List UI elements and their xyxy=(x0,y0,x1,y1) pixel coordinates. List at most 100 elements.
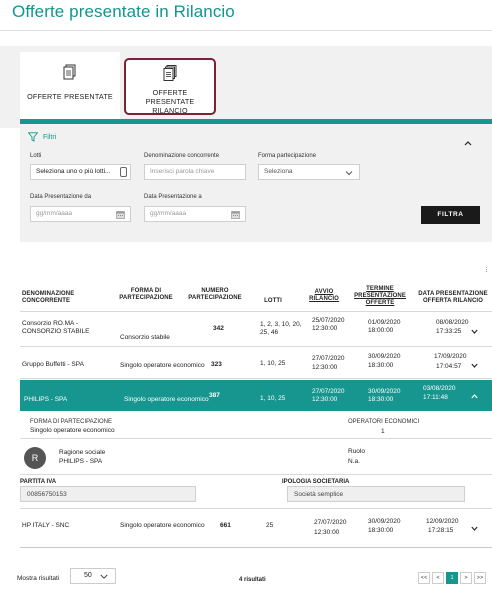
more-options-icon[interactable] xyxy=(486,266,488,278)
calendar-icon[interactable] xyxy=(231,210,240,219)
cell-numero: 661 xyxy=(220,522,231,529)
cell-termine-date: 30/09/2020 xyxy=(368,518,401,525)
ruolo-label: Ruolo xyxy=(348,448,365,455)
chevron-down-icon[interactable] xyxy=(471,526,478,531)
operatori-value: 1 xyxy=(381,428,385,435)
data-a-label: Data Presentazione a xyxy=(144,194,202,200)
cell-termine-time: 18:30:00 xyxy=(368,362,394,369)
spinner-icon xyxy=(120,167,127,177)
piva-field: 00856750153 xyxy=(20,486,196,502)
col-lotti[interactable]: LOTTI xyxy=(258,298,288,305)
filter-title: Filtri xyxy=(43,133,57,141)
table-row[interactable]: Consorzio RO.MA - CONSORZIO STABILE Cons… xyxy=(20,312,492,347)
col-termine[interactable]: TERMINE PRESENTAZIONE OFFERTE xyxy=(346,286,414,307)
chevron-down-icon[interactable] xyxy=(471,329,478,334)
denominazione-placeholder: Inserisci parola chiave xyxy=(150,168,215,175)
lotti-value: Seleziona uno o più lotti... xyxy=(36,168,111,175)
col-numero[interactable]: NUMERO PARTECIPAZIONE xyxy=(185,288,245,302)
per-page-select[interactable]: 50 xyxy=(70,568,116,584)
cell-denominazione: HP ITALY - SNC xyxy=(22,522,70,529)
avatar: R xyxy=(24,447,46,469)
cell-termine-time: 18:00:00 xyxy=(368,327,394,334)
cell-avvio-time: 12:30:00 xyxy=(312,364,338,371)
cell-data-date: 08/08/2020 xyxy=(436,319,469,326)
cell-termine-time: 18:30:00 xyxy=(368,527,394,534)
forma-label: Forma partecipazione xyxy=(258,153,317,159)
document-icon xyxy=(63,64,76,80)
data-da-input[interactable]: gg/mm/aaaa xyxy=(30,206,131,222)
pagination: << < 1 > >> xyxy=(418,572,486,584)
per-page-value: 50 xyxy=(84,572,92,579)
mostra-label: Mostra risultati xyxy=(17,575,60,582)
denominazione-input[interactable]: Inserisci parola chiave xyxy=(144,164,246,180)
tab-label: OFFERTE PRESENTATE xyxy=(27,92,113,101)
cell-data-time: 17:04:57 xyxy=(436,363,462,370)
cell-data-time: 17:33:25 xyxy=(436,328,462,335)
cell-forma: Singolo operatore economico xyxy=(124,396,209,403)
col-forma[interactable]: FORMA DI PARTECIPAZIONE xyxy=(116,288,176,302)
tab-offerte-presentate[interactable]: OFFERTE PRESENTATE xyxy=(20,52,120,124)
cell-denominazione: Gruppo Buffetti - SPA xyxy=(22,361,84,368)
forma-detail-label: FORMA DI PARTECIPAZIONE xyxy=(30,419,113,425)
next-page-button[interactable]: > xyxy=(460,572,472,584)
chevron-down-icon xyxy=(345,171,353,176)
cell-lotti: 25 xyxy=(266,522,274,529)
table-header: DENOMINAZIONE CONCORRENTE FORMA DI PARTE… xyxy=(20,286,492,312)
cell-forma: Consorzio stabile xyxy=(120,334,170,341)
ragione-label: Ragione sociale xyxy=(59,449,106,456)
cell-avvio-date: 27/07/2020 xyxy=(312,388,345,395)
cell-termine-time: 18:30:00 xyxy=(368,396,394,403)
first-page-button[interactable]: << xyxy=(418,572,430,584)
cell-avvio-date: 25/07/2020 xyxy=(312,317,345,324)
denominazione-label: Denominazione concorrente xyxy=(144,153,220,159)
filter-toggle[interactable]: Filtri xyxy=(28,132,56,142)
operatori-label: OPERATORI ECONOMICI xyxy=(348,419,420,425)
cell-denominazione: Consorzio RO.MA - CONSORZIO STABILE xyxy=(22,320,90,335)
tab-offerte-presentate-rilancio[interactable]: OFFERTE PRESENTATE RILANCIO xyxy=(124,58,216,115)
data-da-placeholder: gg/mm/aaaa xyxy=(36,210,73,217)
lotti-select[interactable]: Seleziona uno o più lotti... xyxy=(30,164,131,180)
cell-termine-date: 01/09/2020 xyxy=(368,319,401,326)
calendar-icon[interactable] xyxy=(116,210,125,219)
table-row-active[interactable]: PHILIPS - SPA Singolo operatore economic… xyxy=(20,380,492,411)
cell-data-time: 17:28:15 xyxy=(428,527,454,534)
details-divider xyxy=(20,508,492,509)
table-row[interactable]: Gruppo Buffetti - SPA Singolo operatore … xyxy=(20,347,492,379)
cell-data-time: 17:11:48 xyxy=(423,394,448,401)
forma-value: Seleziona xyxy=(264,168,293,175)
table-row[interactable]: HP ITALY - SNC Singolo operatore economi… xyxy=(20,512,492,548)
cell-forma: Singolo operatore economico xyxy=(120,522,205,529)
cell-termine-date: 30/09/2020 xyxy=(368,388,401,395)
cell-avvio-time: 12:30:00 xyxy=(314,529,340,536)
result-count: 4 risultati xyxy=(239,577,266,583)
page-1-button[interactable]: 1 xyxy=(446,572,458,584)
data-a-input[interactable]: gg/mm/aaaa xyxy=(144,206,246,222)
ruolo-value: N.a. xyxy=(348,458,360,465)
cell-termine-date: 30/09/2020 xyxy=(368,353,401,360)
col-data-presentazione[interactable]: DATA PRESENTAZIONE OFFERTA RILANCIO xyxy=(414,291,492,305)
cell-denominazione: PHILIPS - SPA xyxy=(24,396,68,403)
divider xyxy=(0,30,492,31)
cell-avvio-date: 27/07/2020 xyxy=(314,519,347,526)
cell-lotti: 1, 2, 3, 10, 20, 25, 46 xyxy=(260,321,302,336)
cell-numero: 387 xyxy=(209,392,220,399)
forma-detail-value: Singolo operatore economico xyxy=(30,427,115,434)
chevron-down-icon[interactable] xyxy=(471,363,478,368)
lotti-label: Lotti xyxy=(30,153,42,159)
data-da-label: Data Presentazione da xyxy=(30,194,92,200)
cell-forma: Singolo operatore economico xyxy=(120,362,205,369)
prev-page-button[interactable]: < xyxy=(432,572,444,584)
page-title: Offerte presentate in Rilancio xyxy=(12,2,235,21)
cell-data-date: 17/09/2020 xyxy=(434,353,467,360)
filtra-button[interactable]: FILTRA xyxy=(421,206,480,224)
tipologia-label: IPOLOGIA SOCIETARIA xyxy=(282,479,350,485)
col-denominazione[interactable]: DENOMINAZIONE CONCORRENTE xyxy=(22,291,112,305)
forma-select[interactable]: Seleziona xyxy=(258,164,360,180)
document-stack-icon xyxy=(163,65,177,81)
chevron-up-icon[interactable] xyxy=(471,394,478,399)
col-avvio[interactable]: AVVIO RILANCIO xyxy=(306,289,342,303)
tipologia-field: Società semplice xyxy=(287,486,465,502)
last-page-button[interactable]: >> xyxy=(474,572,486,584)
cell-lotti: 1, 10, 25 xyxy=(260,395,286,402)
chevron-up-icon[interactable] xyxy=(464,140,472,146)
